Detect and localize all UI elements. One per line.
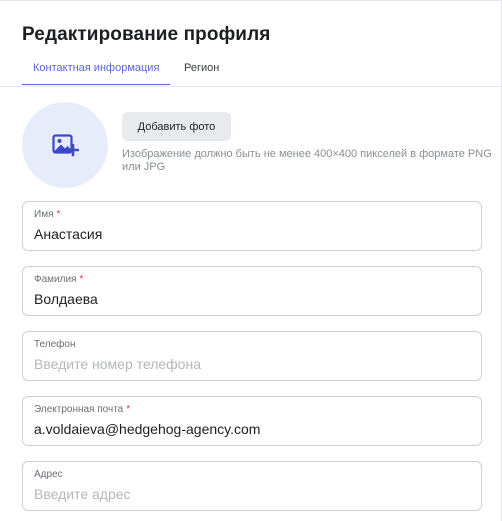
address-label: Адрес — [34, 469, 63, 480]
tab-bar: Контактная информация Регион — [0, 61, 501, 87]
photo-requirements-hint: Изображение должно быть не менее 400×400… — [122, 148, 492, 173]
first-name-label: Имя * — [34, 209, 61, 220]
first-name-value: Анастасия — [34, 226, 103, 242]
address-field[interactable]: Адрес Введите адрес — [22, 461, 482, 511]
email-label: Электронная почта * — [34, 404, 131, 415]
phone-label: Телефон — [34, 339, 76, 350]
tab-contact-info[interactable]: Контактная информация — [22, 61, 171, 85]
required-marker: * — [56, 209, 61, 220]
tab-region[interactable]: Регион — [184, 61, 219, 75]
phone-placeholder: Введите номер телефона — [34, 356, 201, 372]
avatar-placeholder[interactable] — [22, 102, 108, 188]
phone-field[interactable]: Телефон Введите номер телефона — [22, 331, 482, 381]
email-field[interactable]: Электронная почта * a.voldaieva@hedgehog-… — [22, 396, 482, 446]
edit-profile-panel: Редактирование профиля Контактная информ… — [0, 0, 502, 521]
address-placeholder: Введите адрес — [34, 486, 131, 502]
last-name-label: Фамилия * — [34, 274, 84, 285]
last-name-value: Волдаева — [34, 291, 98, 307]
first-name-field[interactable]: Имя * Анастасия — [22, 201, 482, 251]
email-value: a.voldaieva@hedgehog-agency.com — [34, 421, 261, 437]
required-marker: * — [126, 404, 131, 415]
add-photo-button[interactable]: Добавить фото — [122, 112, 231, 141]
add-image-icon — [52, 134, 79, 157]
last-name-field[interactable]: Фамилия * Волдаева — [22, 266, 482, 316]
required-marker: * — [79, 274, 84, 285]
page-title: Редактирование профиля — [22, 24, 271, 45]
